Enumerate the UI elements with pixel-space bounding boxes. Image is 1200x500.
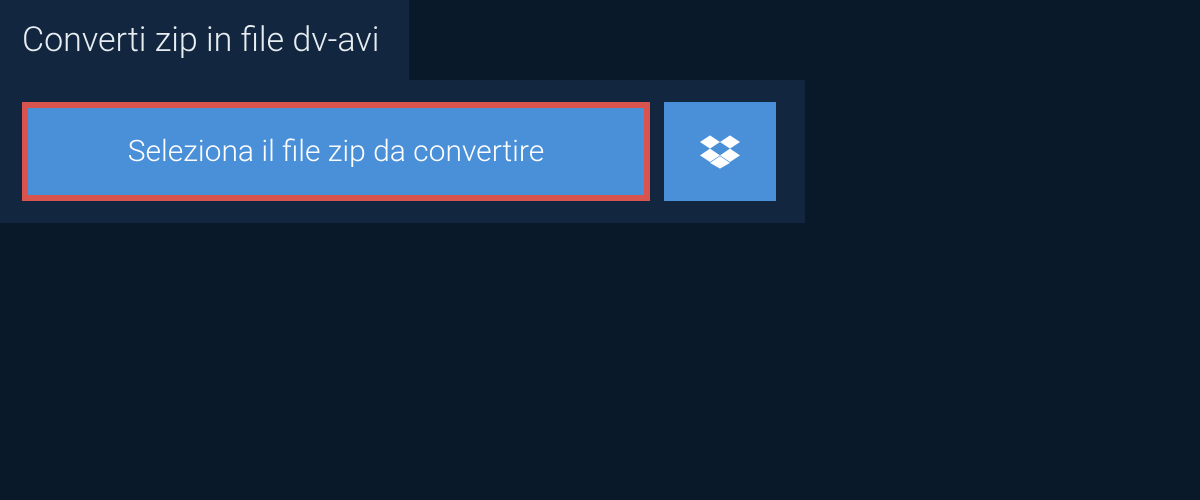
- page-title: Converti zip in file dv-avi: [22, 20, 379, 60]
- page-title-tab: Converti zip in file dv-avi: [0, 0, 409, 80]
- select-file-label: Seleziona il file zip da convertire: [128, 134, 545, 169]
- dropbox-icon: [700, 132, 740, 172]
- upload-panel: Seleziona il file zip da convertire: [0, 80, 805, 223]
- select-file-button[interactable]: Seleziona il file zip da convertire: [22, 102, 650, 201]
- dropbox-button[interactable]: [664, 102, 776, 201]
- button-row: Seleziona il file zip da convertire: [22, 102, 783, 201]
